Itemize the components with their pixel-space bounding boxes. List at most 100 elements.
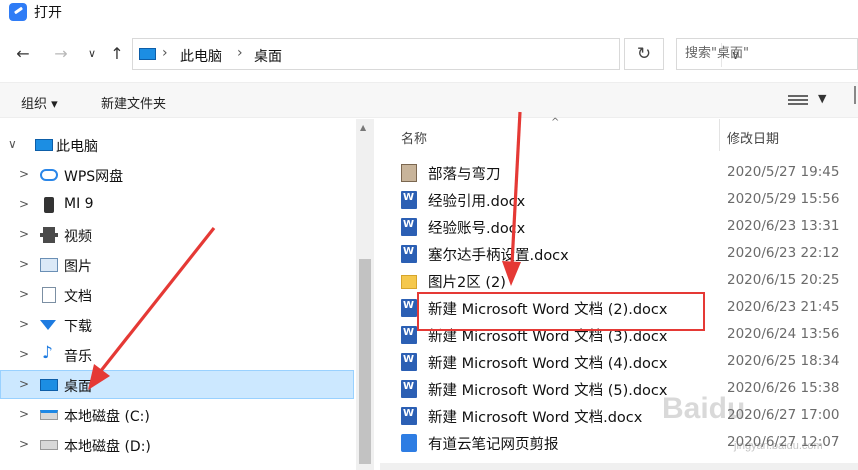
search-input[interactable]: 搜索"桌面" <box>676 38 858 70</box>
navigation-pane: ∨ 此电脑 > WPS网盘 > MI 9 > 视频 > 图片 > 文档 > 下载… <box>0 119 356 470</box>
file-date: 2020/6/24 13:56 <box>727 326 840 342</box>
sidebar-item-mi9[interactable]: > MI 9 <box>0 191 354 220</box>
forward-button[interactable]: → <box>50 43 72 65</box>
recent-locations-button[interactable]: ∨ <box>81 43 103 65</box>
highlight-box <box>417 292 705 331</box>
expand-chevron-icon[interactable]: > <box>19 227 29 241</box>
sidebar-item-videos[interactable]: > 视频 <box>0 221 354 250</box>
pictures-icon <box>40 258 58 272</box>
refresh-button[interactable]: ↻ <box>624 38 664 70</box>
navigation-scrollbar[interactable]: ▲ <box>356 119 374 470</box>
breadcrumb-separator-icon: › <box>162 45 168 61</box>
sidebar-item-wps-cloud[interactable]: > WPS网盘 <box>0 161 354 190</box>
back-button[interactable]: ← <box>12 43 34 65</box>
file-date: 2020/6/23 21:45 <box>727 299 840 315</box>
expand-chevron-icon[interactable]: > <box>19 167 29 181</box>
window-title: 打开 <box>34 5 62 21</box>
column-header-modified[interactable]: 修改日期 <box>727 128 779 147</box>
sidebar-item-label: 视频 <box>64 229 92 245</box>
file-date: 2020/5/29 15:56 <box>727 191 840 207</box>
breadcrumb-desktop[interactable]: 桌面 <box>254 46 282 66</box>
file-name: 图片2区 (2) <box>428 275 506 291</box>
file-name: 塞尔达手柄设置.docx <box>428 248 569 264</box>
pc-icon <box>35 139 53 151</box>
sidebar-item-label: 图片 <box>64 259 92 275</box>
cloud-icon <box>40 169 58 181</box>
expand-chevron-icon[interactable]: > <box>19 437 29 451</box>
list-item[interactable]: 经验引用.docx 2020/5/29 15:56 <box>380 187 858 214</box>
sidebar-item-music[interactable]: > ♪ 音乐 <box>0 341 354 370</box>
sidebar-item-label: 音乐 <box>64 349 92 365</box>
expand-chevron-icon[interactable]: > <box>19 317 29 331</box>
list-item[interactable]: 部落与弯刀 2020/5/27 19:45 <box>380 160 858 187</box>
sidebar-item-label: MI 9 <box>64 196 94 212</box>
file-name: 经验引用.docx <box>428 194 526 210</box>
file-name: 新建 Microsoft Word 文档 (5).docx <box>428 383 668 399</box>
file-date: 2020/6/23 22:12 <box>727 245 840 261</box>
sidebar-item-label: 文档 <box>64 289 92 305</box>
sidebar-item-label: 下载 <box>64 319 92 335</box>
sidebar-item-disk-c[interactable]: > 本地磁盘 (C:) <box>0 401 354 430</box>
expand-chevron-icon[interactable]: > <box>19 257 29 271</box>
list-item[interactable]: 塞尔达手柄设置.docx 2020/6/23 22:12 <box>380 241 858 268</box>
file-name: 新建 Microsoft Word 文档.docx <box>428 410 643 426</box>
sidebar-item-pictures[interactable]: > 图片 <box>0 251 354 280</box>
word-icon <box>401 407 417 425</box>
breadcrumb-pc[interactable]: 此电脑 <box>180 46 222 66</box>
expand-chevron-icon[interactable]: > <box>19 287 29 301</box>
list-item[interactable]: 新建 Microsoft Word 文档 (5).docx 2020/6/26 … <box>380 376 858 403</box>
organize-button[interactable]: 组织 ▾ <box>21 93 58 112</box>
sidebar-item-disk-d[interactable]: > 本地磁盘 (D:) <box>0 431 354 460</box>
file-date: 2020/6/25 18:34 <box>727 353 840 369</box>
music-icon: ♪ <box>42 343 53 363</box>
word-icon <box>401 380 417 398</box>
file-name: 部落与弯刀 <box>428 167 501 183</box>
word-icon <box>401 326 417 344</box>
scrollbar-thumb[interactable] <box>359 259 371 464</box>
documents-icon <box>42 287 56 303</box>
file-date: 2020/6/15 20:25 <box>727 272 840 288</box>
list-item[interactable]: 新建 Microsoft Word 文档.docx 2020/6/27 17:0… <box>380 403 858 430</box>
expand-chevron-icon[interactable]: > <box>19 377 29 391</box>
column-header-name[interactable]: 名称 <box>401 128 427 147</box>
system-disk-icon <box>40 410 58 420</box>
list-item[interactable]: 经验账号.docx 2020/6/23 13:31 <box>380 214 858 241</box>
download-icon <box>40 320 56 330</box>
expand-chevron-icon[interactable]: > <box>19 347 29 361</box>
up-button[interactable]: ↑ <box>106 43 128 65</box>
expand-chevron-icon[interactable]: > <box>19 197 29 211</box>
title-bar: 打开 <box>0 0 858 26</box>
word-icon <box>401 191 417 209</box>
file-name: 新建 Microsoft Word 文档 (4).docx <box>428 356 668 372</box>
expand-chevron-icon[interactable]: > <box>19 407 29 421</box>
word-icon <box>401 299 417 317</box>
sidebar-item-desktop[interactable]: > 桌面 <box>0 370 354 399</box>
watermark-logo: Baidu <box>662 392 746 425</box>
list-item[interactable]: 图片2区 (2) 2020/6/15 20:25 <box>380 268 858 295</box>
word-icon <box>401 218 417 236</box>
sidebar-item-label: 此电脑 <box>56 139 98 155</box>
file-date: 2020/6/23 13:31 <box>727 218 840 234</box>
new-folder-button[interactable]: 新建文件夹 <box>101 93 166 112</box>
list-item[interactable]: 新建 Microsoft Word 文档 (4).docx 2020/6/25 … <box>380 349 858 376</box>
disk-icon <box>40 440 58 450</box>
sidebar-item-downloads[interactable]: > 下载 <box>0 311 354 340</box>
video-icon <box>40 227 58 243</box>
file-name: 经验账号.docx <box>428 221 526 237</box>
sidebar-item-documents[interactable]: > 文档 <box>0 281 354 310</box>
file-date: 2020/5/27 19:45 <box>727 164 840 180</box>
sidebar-item-this-pc[interactable]: ∨ 此电脑 <box>0 131 354 160</box>
address-row: ← → ∨ ↑ › 此电脑 › 桌面 ∨ ↻ 搜索"桌面" <box>0 34 858 74</box>
expand-chevron-icon[interactable]: ∨ <box>8 137 17 151</box>
view-options-chevron-icon[interactable]: ▼ <box>818 92 826 105</box>
phone-icon <box>44 197 54 213</box>
horizontal-scrollbar[interactable] <box>380 463 858 470</box>
scroll-up-icon[interactable]: ▲ <box>360 123 366 132</box>
column-divider[interactable] <box>719 119 720 151</box>
address-bar[interactable]: › 此电脑 › 桌面 ∨ <box>132 38 740 70</box>
view-list-icon[interactable] <box>788 95 808 107</box>
sidebar-item-label: 本地磁盘 (D:) <box>64 439 151 455</box>
sidebar-item-label: 本地磁盘 (C:) <box>64 409 150 425</box>
command-bar: 组织 ▾ 新建文件夹 ▼ <box>0 82 858 118</box>
file-name: 有道云笔记网页剪报 <box>428 437 559 453</box>
